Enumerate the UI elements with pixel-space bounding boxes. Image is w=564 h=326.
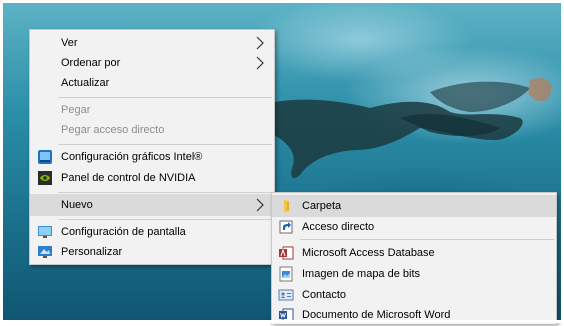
menu-item-label: Contacto [302,289,347,301]
chevron-right-icon [256,36,264,50]
word-icon [279,308,294,322]
submenu-item-carpeta[interactable]: Carpeta [272,195,556,217]
menu-item-label: Imagen de mapa de bits [302,268,421,280]
access-icon [279,246,294,260]
nuevo-submenu: Carpeta Acceso directo Microsoft Access … [271,192,557,324]
menu-item-label: Ver [61,37,78,49]
menu-item-intel-graphics[interactable]: Configuración gráficos Intel® [30,146,274,168]
intel-graphics-icon [38,150,52,164]
submenu-item-contacto[interactable]: Contacto [272,284,556,306]
submenu-item-access-database[interactable]: Microsoft Access Database [272,242,556,264]
menu-item-label: Actualizar [61,77,110,89]
desktop-context-menu: Ver Ordenar por Actualizar Pegar Pegar a… [29,29,275,265]
menu-item-nvidia-panel[interactable]: Panel de control de NVIDIA [30,167,274,189]
menu-item-nuevo[interactable]: Nuevo [30,194,274,216]
nvidia-icon [38,171,52,185]
personalize-icon [38,246,52,258]
contact-icon [278,289,294,301]
menu-item-label: Pegar acceso directo [61,124,165,136]
display-settings-icon [38,226,52,238]
menu-item-label: Nuevo [61,199,93,211]
menu-item-label: Configuración gráficos Intel® [61,151,203,163]
menu-item-label: Panel de control de NVIDIA [61,172,196,184]
menu-item-ordenar-por[interactable]: Ordenar por [30,52,274,74]
menu-item-label: Microsoft Access Database [302,247,435,259]
folder-icon [284,200,289,212]
menu-item-pegar[interactable]: Pegar [30,99,274,121]
chevron-right-icon [256,198,264,212]
menu-separator [58,192,272,193]
menu-separator [58,219,272,220]
chevron-right-icon [256,56,264,70]
menu-item-label: Pegar [61,104,91,116]
menu-item-label: Ordenar por [61,57,121,69]
menu-item-display-settings[interactable]: Configuración de pantalla [30,221,274,243]
submenu-item-acceso-directo[interactable]: Acceso directo [272,216,556,238]
menu-separator [300,239,554,240]
menu-item-label: Acceso directo [302,221,375,233]
menu-separator [58,97,272,98]
menu-item-actualizar[interactable]: Actualizar [30,72,274,94]
menu-item-ver[interactable]: Ver [30,32,274,54]
menu-item-label: Carpeta [302,200,342,212]
menu-item-label: Personalizar [61,246,123,258]
menu-item-label: Configuración de pantalla [61,226,186,238]
submenu-item-bitmap[interactable]: Imagen de mapa de bits [272,263,556,285]
menu-item-pegar-acceso-directo[interactable]: Pegar acceso directo [30,119,274,141]
bitmap-icon [279,266,293,282]
menu-separator [58,144,272,145]
shortcut-icon [279,220,293,234]
menu-item-personalizar[interactable]: Personalizar [30,241,274,263]
menu-item-label: Documento de Microsoft Word [302,309,451,321]
